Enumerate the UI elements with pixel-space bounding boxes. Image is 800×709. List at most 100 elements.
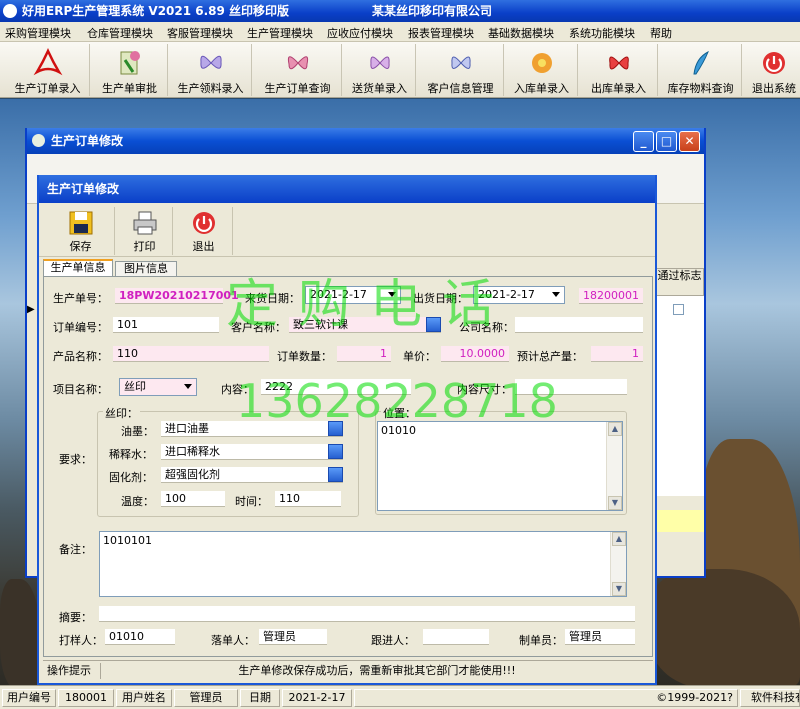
toolbar-material-button[interactable]: 生产领料录入 (170, 44, 252, 96)
maker-field[interactable]: 管理员 (565, 629, 635, 645)
est-field[interactable]: 1 (591, 346, 643, 362)
menu-purchase[interactable]: 采购管理模块 (5, 25, 71, 41)
scroll-down-icon[interactable]: ▼ (608, 496, 622, 510)
outbound-icon (608, 56, 629, 70)
toolbar-label: 送货单录入 (352, 82, 407, 95)
minimize-button[interactable]: _ (633, 131, 654, 152)
lookup-icon[interactable] (328, 444, 343, 459)
hardener-value: 超强固化剂 (165, 468, 220, 481)
position-textarea[interactable]: 01010 ▲ ▼ (377, 421, 623, 511)
scrollbar[interactable]: ▲ ▼ (610, 532, 626, 596)
user-no-label: 用户编号 (2, 689, 56, 707)
time-field[interactable]: 110 (275, 491, 341, 507)
follower-field[interactable] (423, 629, 489, 645)
toolbar-label: 生产单审批 (102, 82, 157, 95)
butterfly-icon (199, 55, 222, 69)
exit-label: 退出 (192, 240, 215, 253)
chevron-down-icon (184, 384, 192, 389)
temp-label: 温度： (121, 495, 154, 508)
toolbar-approve-button[interactable]: 生产单审批 (92, 44, 168, 96)
price-label: 单价： (403, 350, 436, 363)
exit-icon (763, 52, 785, 74)
placer-label: 落单人： (211, 634, 255, 647)
thinner-value: 进口稀释水 (165, 445, 220, 458)
order-edit-window: 生产订单修改 保存 打印 退出 生产单信息 图片信息 生产单号： 18PW202… (37, 175, 657, 685)
toolbar-exit-button[interactable]: 退出系统 (744, 44, 800, 96)
pdf-icon (33, 48, 62, 76)
code-field[interactable]: 18200001 (579, 288, 643, 304)
toolbar-label: 出库单录入 (591, 82, 646, 95)
back-window-title: 生产订单修改 (51, 134, 124, 148)
toolbar-label: 生产领料录入 (177, 82, 244, 95)
placer-field[interactable]: 管理员 (259, 629, 327, 645)
scroll-down-icon[interactable]: ▼ (612, 582, 626, 596)
ink-value: 进口油墨 (165, 422, 209, 435)
print-button[interactable]: 打印 (117, 207, 173, 255)
menu-help[interactable]: 帮助 (650, 25, 672, 41)
company-field[interactable] (515, 317, 643, 333)
remark-textarea[interactable]: 1010101 ▲ ▼ (99, 531, 627, 597)
toolbar-order-entry-button[interactable]: 生产订单录入 (6, 44, 90, 96)
ink-label: 油墨： (121, 425, 154, 438)
toolbar-delivery-button[interactable]: 送货单录入 (344, 44, 416, 96)
summary-field[interactable] (99, 606, 635, 622)
date-value: 2021-2-17 (282, 689, 352, 707)
query-icon (287, 56, 308, 70)
customer-icon (450, 56, 471, 69)
menu-production[interactable]: 生产管理模块 (247, 25, 313, 41)
user-no-value: 180001 (58, 689, 114, 707)
close-button[interactable]: ✕ (679, 131, 700, 152)
hardener-field[interactable]: 超强固化剂 (161, 467, 343, 483)
menu-system[interactable]: 系统功能模块 (569, 25, 635, 41)
print-label: 打印 (133, 240, 156, 253)
vendor-text: 软件科技有 (740, 689, 800, 707)
app-title-bar: 好用ERP生产管理系统 V2021 6.89 丝印移印版 某某丝印移印有限公司 (0, 0, 800, 22)
delivery-icon (369, 56, 390, 69)
menu-finance[interactable]: 应收应付模块 (327, 25, 393, 41)
save-icon (69, 211, 92, 235)
toolbar-customer-button[interactable]: 客户信息管理 (418, 44, 504, 96)
require-label: 要求： (59, 453, 92, 466)
exit-button[interactable]: 退出 (175, 207, 233, 255)
window-title: 生产订单修改 (47, 182, 120, 196)
scroll-up-icon[interactable]: ▲ (608, 422, 622, 436)
item-select[interactable]: 丝印 (119, 378, 197, 396)
menu-basedata[interactable]: 基础数据模块 (488, 25, 554, 41)
user-name-label: 用户姓名 (116, 689, 172, 707)
back-window-title-bar: 生产订单修改 _ □ ✕ (27, 128, 704, 154)
copyright-text: ©1999-2021? (354, 689, 738, 707)
toolbar-order-query-button[interactable]: 生产订单查询 (254, 44, 342, 96)
tab-production-info[interactable]: 生产单信息 (43, 259, 113, 276)
toolbar-label: 入库单录入 (514, 82, 569, 95)
toolbar-outbound-button[interactable]: 出库单录入 (580, 44, 658, 96)
date-label: 日期 (240, 689, 280, 707)
menu-service[interactable]: 客服管理模块 (167, 25, 233, 41)
main-toolbar: 生产订单录入 生产单审批 生产领料录入 生产订单查询 送货单录入 客户信息管理 … (0, 42, 800, 98)
order-no-field[interactable]: 101 (113, 317, 219, 333)
lookup-icon[interactable] (328, 467, 343, 482)
thinner-field[interactable]: 进口稀释水 (161, 444, 343, 460)
toolbar-inbound-button[interactable]: 入库单录入 (506, 44, 578, 96)
tab-picture-info[interactable]: 图片信息 (115, 261, 177, 276)
save-button[interactable]: 保存 (47, 207, 115, 255)
sampler-field[interactable]: 01010 (105, 629, 175, 645)
status-bar: 用户编号 180001 用户姓名 管理员 日期 2021-2-17 ©1999-… (0, 685, 800, 709)
prod-no-field[interactable]: 18PW20210217001 (115, 288, 239, 304)
temp-field[interactable]: 100 (161, 491, 225, 507)
company-name: 某某丝印移印有限公司 (372, 4, 493, 18)
price-field[interactable]: 10.0000 (441, 346, 509, 362)
maker-label: 制单员： (519, 634, 563, 647)
scroll-up-icon[interactable]: ▲ (612, 532, 626, 546)
maximize-button[interactable]: □ (656, 131, 677, 152)
hardener-label: 固化剂： (109, 471, 153, 484)
toolbar-inventory-button[interactable]: 库存物料查询 (660, 44, 742, 96)
est-label: 预计总产量： (517, 350, 583, 363)
toolbar-label: 库存物料查询 (667, 82, 734, 95)
product-field[interactable]: 110 (113, 346, 269, 362)
toolbar-label: 客户信息管理 (427, 82, 494, 95)
pass-flag-checkbox[interactable] (673, 304, 684, 315)
qty-field[interactable]: 1 (337, 346, 391, 362)
scrollbar[interactable]: ▲ ▼ (606, 422, 622, 510)
menu-report[interactable]: 报表管理模块 (408, 25, 474, 41)
menu-warehouse[interactable]: 仓库管理模块 (87, 25, 153, 41)
